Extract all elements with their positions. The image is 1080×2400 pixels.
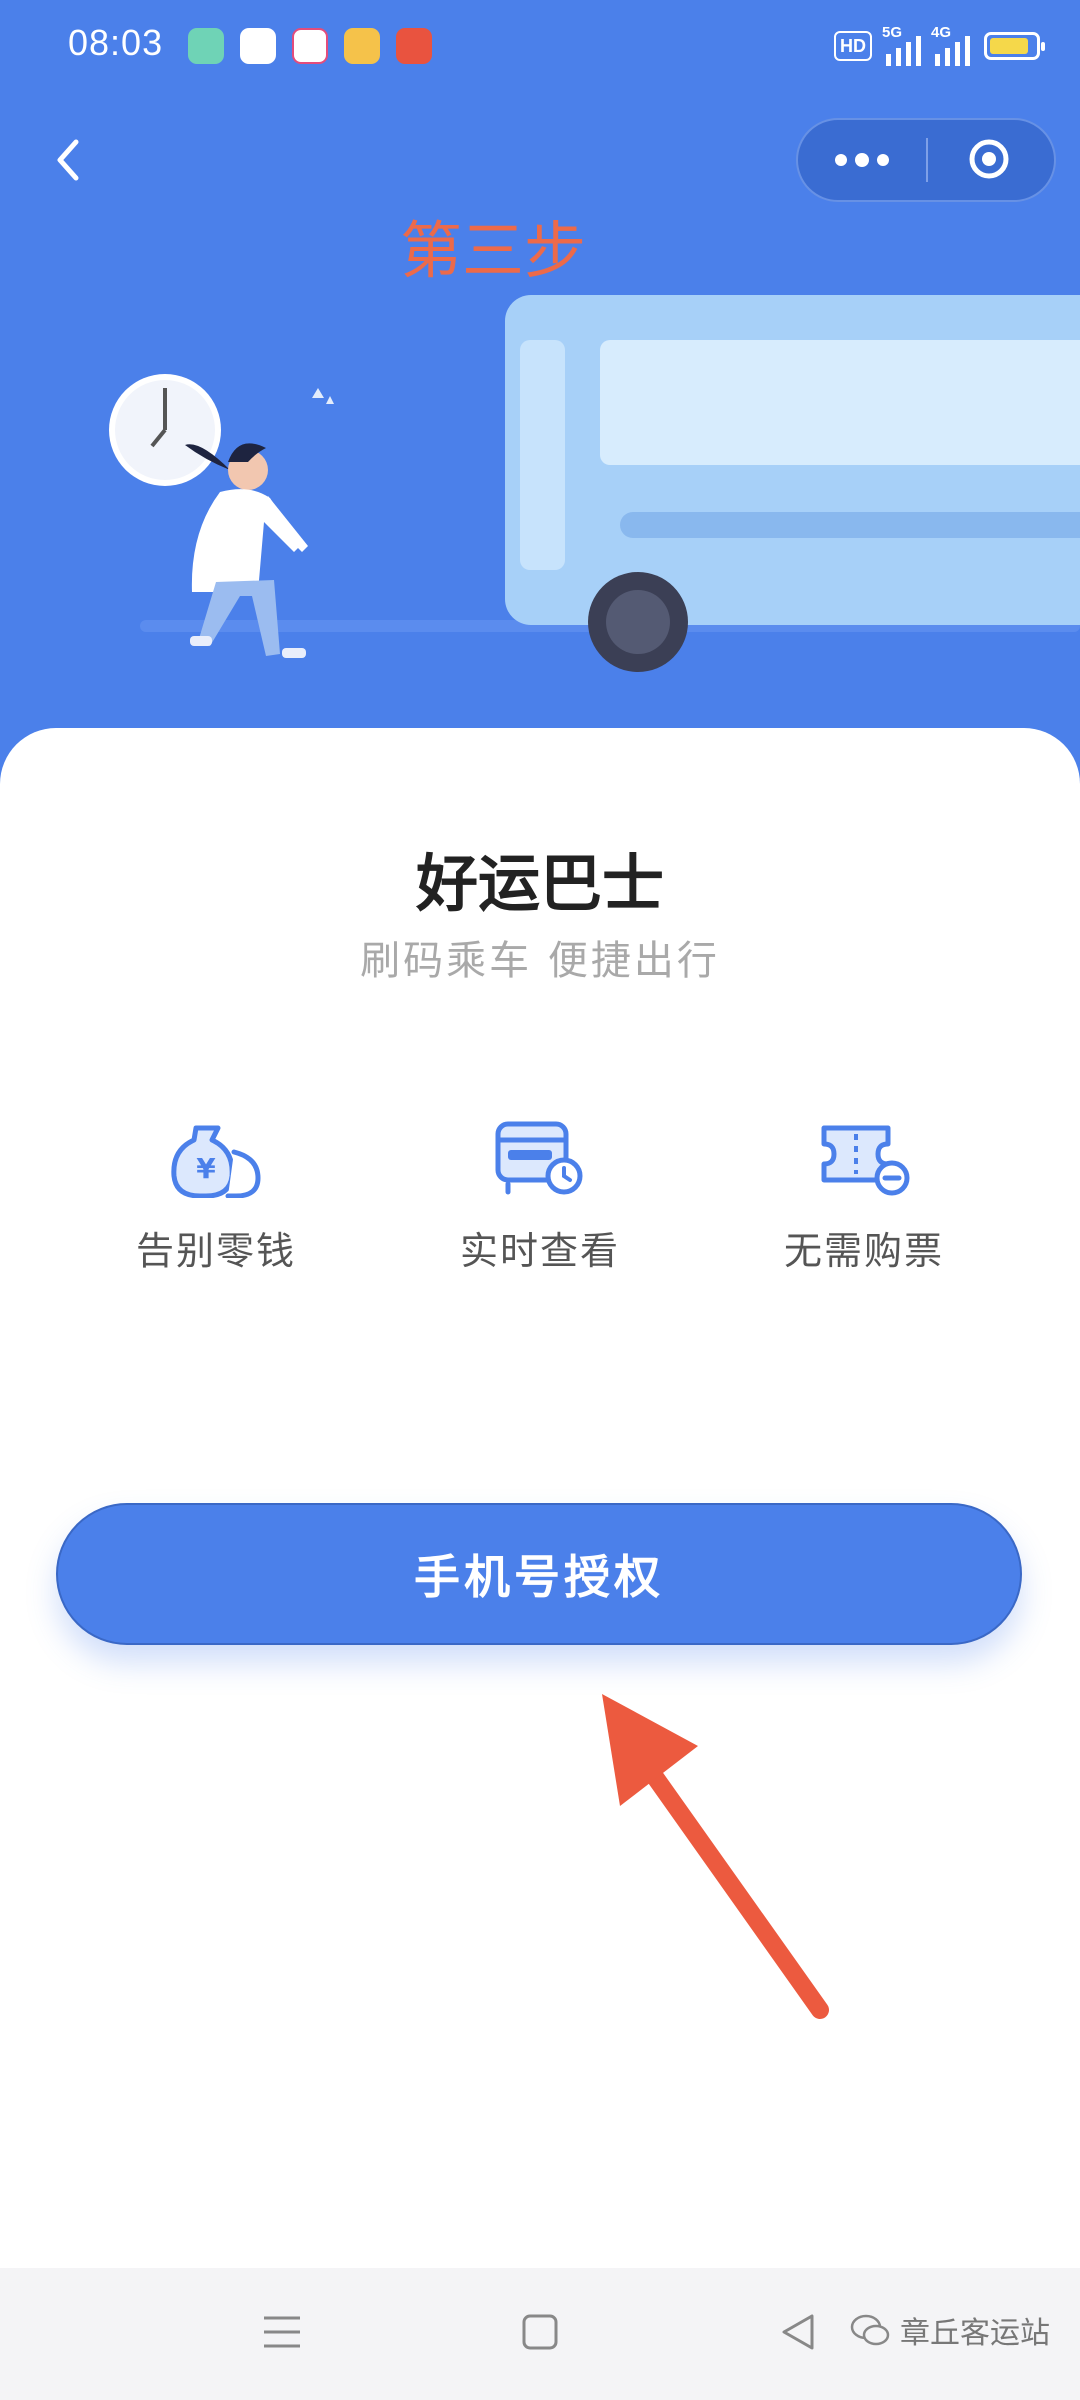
home-icon[interactable] [520, 2312, 560, 2352]
notification-icons [188, 28, 432, 64]
signal-4g-label: 4G [931, 24, 952, 41]
status-bar: 08:03 HD 5G 4G [0, 0, 1080, 95]
page-subtitle: 刷码乘车 便捷出行 [360, 938, 720, 984]
annotation-arrow-icon [602, 1694, 829, 2019]
watermark-text: 章丘客运站 [900, 2316, 1050, 2351]
signal-5g-icon: 5G [882, 24, 921, 66]
signal-5g-label: 5G [882, 24, 903, 41]
feature-label: 实时查看 [459, 1229, 620, 1273]
folder-app-icon [344, 28, 380, 64]
watermark: 章丘客运站 [850, 2308, 1050, 2352]
feature-label: 无需购票 [783, 1229, 944, 1273]
battery-icon [984, 32, 1045, 60]
feature-label: 告别零钱 [135, 1229, 296, 1273]
hero-banner: 08:03 HD 5G 4G 第三步 [0, 0, 1080, 760]
bus-clock-icon [495, 1121, 583, 1195]
hd-voice-indicator: HD [834, 31, 872, 61]
feature-no-change: ¥ 告别零钱 [66, 1118, 366, 1275]
menu-icon[interactable] [262, 2312, 302, 2352]
music-app-icon [396, 28, 432, 64]
money-bag-icon: ¥ [171, 1125, 261, 1198]
signal-4g-icon: 4G [931, 24, 970, 66]
svg-text:¥: ¥ [196, 1152, 216, 1185]
more-menu-icon[interactable] [798, 120, 926, 200]
main-card: 好运巴士 刷码乘车 便捷出行 ¥ 告别零钱 实时查看 无需购票 手机号授权 [0, 728, 1080, 2268]
bus-illustration [109, 295, 1080, 672]
step-annotation: 第三步 [400, 214, 587, 287]
status-time: 08:03 [68, 22, 164, 63]
compass-app-icon [240, 28, 276, 64]
video-app-icon [292, 28, 328, 64]
page-title: 好运巴士 [415, 847, 664, 920]
phone-auth-button[interactable]: 手机号授权 [56, 1503, 1022, 1645]
system-indicators: HD 5G 4G [834, 24, 1045, 66]
app-notification-icon [188, 28, 224, 64]
close-target-icon[interactable] [968, 138, 1010, 180]
feature-no-ticket: 无需购票 [714, 1118, 1014, 1275]
wechat-icon [850, 2314, 890, 2346]
feature-realtime: 实时查看 [390, 1118, 690, 1275]
mini-program-capsule [796, 118, 1056, 202]
back-icon[interactable] [778, 2312, 818, 2352]
ticket-icon [821, 1125, 910, 1196]
back-arrow-icon[interactable] [40, 130, 100, 190]
